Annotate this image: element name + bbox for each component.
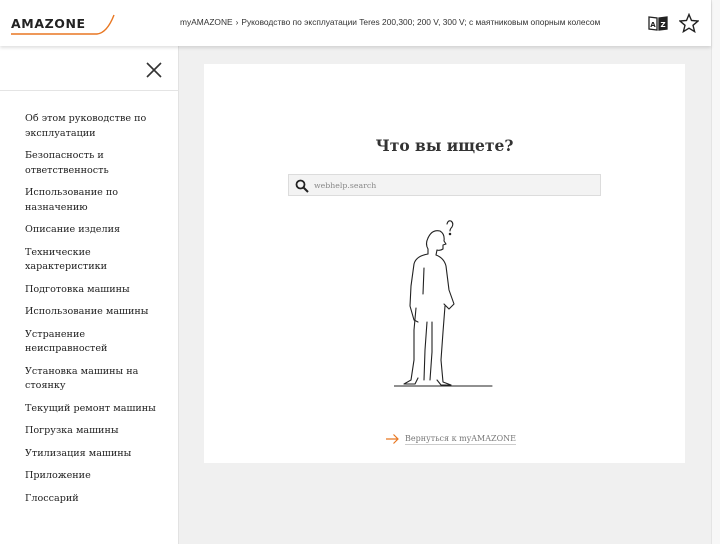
back-link-label: Вернуться к myAMAZONE xyxy=(405,433,516,445)
sidebar-item-intended-use[interactable]: Использование по назначению xyxy=(25,186,170,215)
arrow-right-icon xyxy=(386,434,399,444)
sidebar-item-maintenance[interactable]: Текущий ремонт машины xyxy=(25,402,170,417)
sidebar-divider xyxy=(0,90,179,91)
sidebar-item-using-machine[interactable]: Использование машины xyxy=(25,305,170,320)
sidebar-item-safety[interactable]: Безопасность и ответственность xyxy=(25,149,170,178)
sidebar-item-preparing-machine[interactable]: Подготовка машины xyxy=(25,283,170,298)
sidebar-item-glossary[interactable]: Глоссарий xyxy=(25,492,170,507)
svg-text:A: A xyxy=(650,21,656,29)
search-input[interactable] xyxy=(314,177,594,193)
sidebar-item-appendix[interactable]: Приложение xyxy=(25,469,170,484)
sidebar-item-product-description[interactable]: Описание изделия xyxy=(25,223,170,238)
sidebar-item-loading[interactable]: Погрузка машины xyxy=(25,424,170,439)
svg-text:Z: Z xyxy=(660,21,665,29)
sidebar-item-technical-data[interactable]: Технические характеристики xyxy=(25,246,170,275)
breadcrumb: myAMAZONE › Руководство по эксплуатации Te… xyxy=(180,17,600,27)
translate-icon[interactable]: A Z xyxy=(648,13,668,33)
page-title: Что вы ищете? xyxy=(375,136,514,155)
amazone-logo[interactable]: AMAZONE xyxy=(11,14,115,36)
search-icon xyxy=(295,179,309,193)
sidebar-item-troubleshooting[interactable]: Устранение неисправностей xyxy=(25,328,170,357)
breadcrumb-separator: › xyxy=(235,17,239,27)
back-to-myamazone-link[interactable]: Вернуться к myAMAZONE xyxy=(386,432,516,446)
sidebar-item-disposal[interactable]: Утилизация машины xyxy=(25,447,170,462)
breadcrumb-current: Руководство по эксплуатации Teres 200,30… xyxy=(241,17,601,27)
star-icon[interactable] xyxy=(678,12,700,34)
sidebar-item-parking[interactable]: Установка машины на стоянку xyxy=(25,365,170,394)
close-icon[interactable] xyxy=(145,61,163,79)
sidebar-nav: Об этом руководстве по эксплуатации Безо… xyxy=(25,112,170,514)
sidebar: Об этом руководстве по эксплуатации Безо… xyxy=(0,46,179,544)
confused-person-illustration xyxy=(394,220,493,387)
search-box xyxy=(288,174,601,196)
page-scrollbar[interactable] xyxy=(711,0,720,544)
sidebar-item-about-manual[interactable]: Об этом руководстве по эксплуатации xyxy=(25,112,170,141)
search-card: Что вы ищете? Вернуться к myAMAZONE xyxy=(204,64,685,463)
top-header: AMAZONE myAMAZONE › Руководство по эксплуа… xyxy=(0,0,711,46)
logo-swoosh-icon xyxy=(11,14,115,35)
breadcrumb-root-link[interactable]: myAMAZONE xyxy=(180,17,233,27)
